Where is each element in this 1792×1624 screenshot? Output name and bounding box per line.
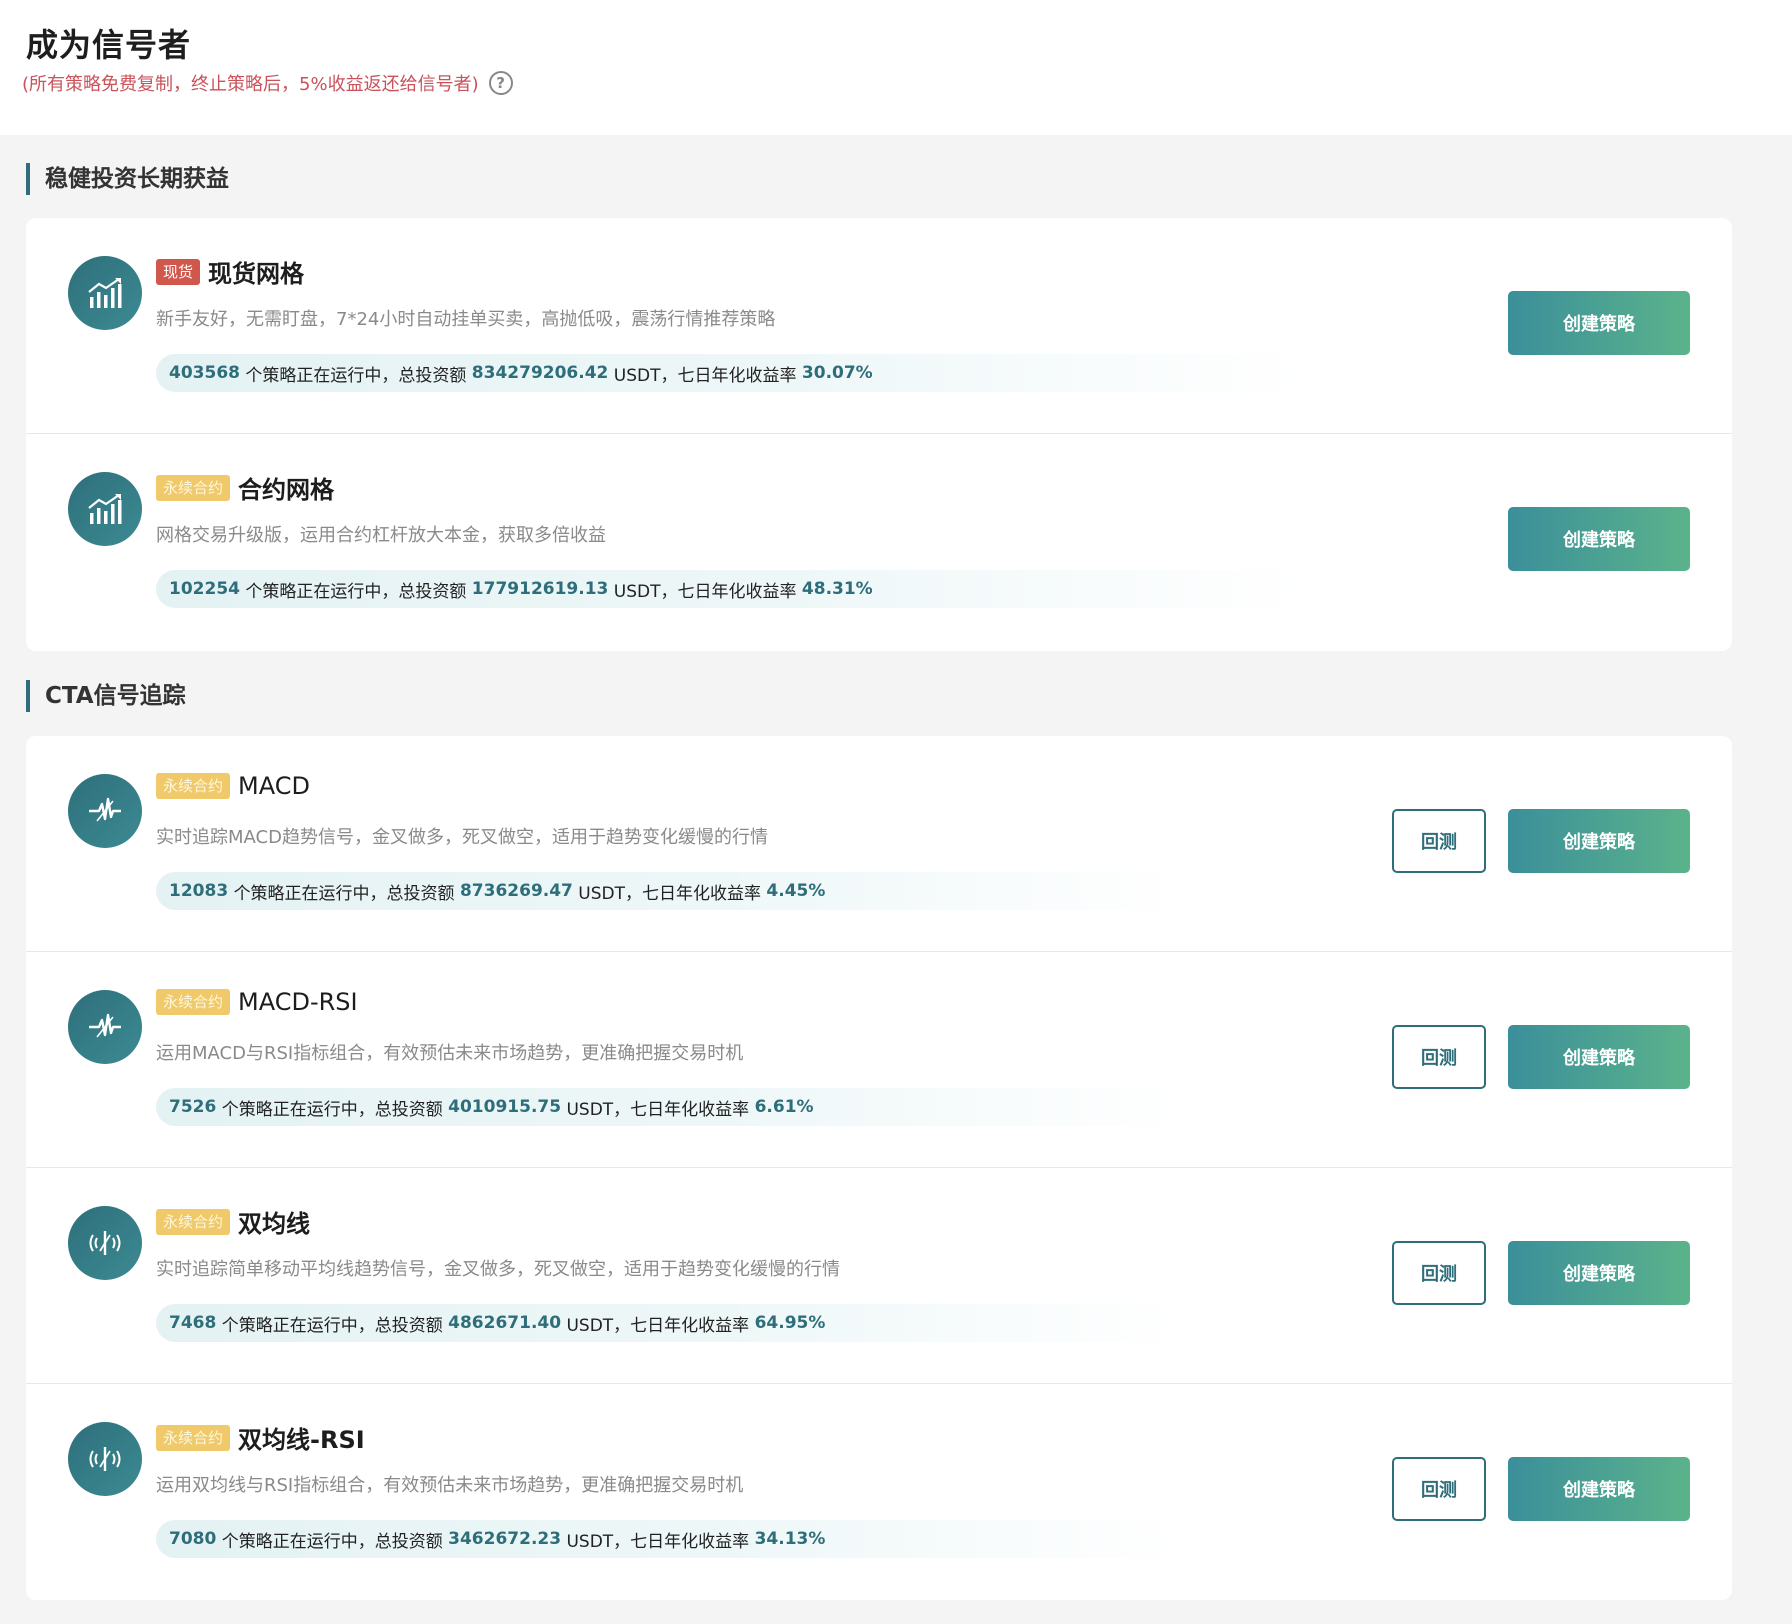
- market-tag: 永续合约: [156, 474, 231, 501]
- strategy-row-dual-ma: 永续合约 双均线 实时追踪简单移动平均线趋势信号，金叉做多，死叉做空，适用于趋势…: [26, 1168, 1732, 1384]
- annual-rate: 6.61%: [754, 1097, 814, 1117]
- annual-rate: 4.45%: [766, 881, 826, 901]
- market-tag: 永续合约: [156, 989, 231, 1015]
- total-investment: 4010915.75: [448, 1097, 562, 1117]
- backtest-button[interactable]: 回测: [1392, 1241, 1486, 1305]
- strategy-stats: 102254 个策略正在运行中，总投资额 177912619.13 USDT，七…: [156, 570, 1306, 608]
- section-title-stable: 稳健投资长期获益: [26, 163, 229, 195]
- strategy-row-macd: 永续合约 MACD 实时追踪MACD趋势信号，金叉做多，死叉做空，适用于趋势变化…: [26, 736, 1732, 952]
- bar-chart-icon: [68, 472, 142, 546]
- market-tag: 永续合约: [156, 1208, 231, 1235]
- unit-label: USDT，七日年化收益率: [613, 581, 797, 602]
- running-count: 7080: [169, 1529, 217, 1549]
- strategy-row-dual-ma-rsi: 永续合约 双均线-RSI 运用双均线与RSI指标组合，有效预估未来市场趋势，更准…: [26, 1384, 1732, 1600]
- annual-rate: 30.07%: [801, 363, 873, 383]
- running-count: 7526: [169, 1097, 217, 1117]
- backtest-button[interactable]: 回测: [1392, 1457, 1486, 1521]
- strategy-name: 现货网格: [208, 260, 305, 288]
- pulse-icon: [68, 774, 142, 848]
- running-label: 个策略正在运行中，总投资额: [221, 1099, 443, 1120]
- help-icon[interactable]: ?: [488, 71, 513, 95]
- strategy-name: MACD-RSI: [238, 988, 358, 1016]
- strategy-row-futures-grid: 永续合约 合约网格 网格交易升级版，运用合约杠杆放大本金，获取多倍收益 1022…: [26, 434, 1732, 650]
- strategy-row-spot-grid: 现货 现货网格 新手友好，无需盯盘，7*24小时自动挂单买卖，高抛低吸，震荡行情…: [26, 218, 1732, 434]
- annual-rate: 64.95%: [754, 1313, 826, 1333]
- running-count: 403568: [169, 363, 240, 383]
- subtitle-row: (所有策略免费复制，终止策略后，5%收益返还给信号者) ?: [22, 70, 513, 96]
- strategy-name: 合约网格: [238, 476, 335, 504]
- pulse-icon: [68, 990, 142, 1064]
- strategy-name: 双均线-RSI: [238, 1426, 365, 1454]
- strategy-stats: 7080 个策略正在运行中，总投资额 3462672.23 USDT，七日年化收…: [156, 1520, 1186, 1558]
- page-subtitle: (所有策略免费复制，终止策略后，5%收益返还给信号者): [22, 74, 479, 95]
- strategy-description: 运用双均线与RSI指标组合，有效预估未来市场趋势，更准确把握交易时机: [156, 1475, 744, 1496]
- create-strategy-button[interactable]: 创建策略: [1508, 1025, 1690, 1089]
- strategy-description: 实时追踪MACD趋势信号，金叉做多，死叉做空，适用于趋势变化缓慢的行情: [156, 827, 768, 848]
- running-label: 个策略正在运行中，总投资额: [221, 1531, 443, 1552]
- page-header: 成为信号者 (所有策略免费复制，终止策略后，5%收益返还给信号者) ?: [0, 0, 1792, 135]
- running-count: 12083: [169, 881, 229, 901]
- strategy-stats: 7526 个策略正在运行中，总投资额 4010915.75 USDT，七日年化收…: [156, 1088, 1186, 1126]
- title-line: 现货 现货网格: [156, 254, 304, 289]
- strategy-stats: 7468 个策略正在运行中，总投资额 4862671.40 USDT，七日年化收…: [156, 1304, 1186, 1342]
- market-tag: 现货: [156, 258, 201, 285]
- unit-label: USDT，七日年化收益率: [566, 1531, 750, 1552]
- signal-broadcast-icon: [68, 1422, 142, 1496]
- strategy-stats: 403568 个策略正在运行中，总投资额 834279206.42 USDT，七…: [156, 354, 1306, 392]
- create-strategy-button[interactable]: 创建策略: [1508, 1457, 1690, 1521]
- annual-rate: 48.31%: [801, 579, 873, 599]
- strategy-row-macd-rsi: 永续合约 MACD-RSI 运用MACD与RSI指标组合，有效预估未来市场趋势，…: [26, 952, 1732, 1168]
- strategy-description: 新手友好，无需盯盘，7*24小时自动挂单买卖，高抛低吸，震荡行情推荐策略: [156, 309, 776, 330]
- bar-chart-icon: [68, 256, 142, 330]
- title-line: 永续合约 双均线: [156, 1204, 310, 1239]
- running-count: 7468: [169, 1313, 217, 1333]
- total-investment: 3462672.23: [448, 1529, 562, 1549]
- strategy-description: 运用MACD与RSI指标组合，有效预估未来市场趋势，更准确把握交易时机: [156, 1043, 744, 1064]
- create-strategy-button[interactable]: 创建策略: [1508, 809, 1690, 873]
- annual-rate: 34.13%: [754, 1529, 826, 1549]
- title-line: 永续合约 MACD: [156, 772, 310, 800]
- running-label: 个策略正在运行中，总投资额: [233, 883, 455, 904]
- unit-label: USDT，七日年化收益率: [566, 1315, 750, 1336]
- unit-label: USDT，七日年化收益率: [566, 1099, 750, 1120]
- signal-broadcast-icon: [68, 1206, 142, 1280]
- running-count: 102254: [169, 579, 240, 599]
- section-title-cta: CTA信号追踪: [26, 680, 186, 712]
- strategy-stats: 12083 个策略正在运行中，总投资额 8736269.47 USDT，七日年化…: [156, 872, 1186, 910]
- backtest-button[interactable]: 回测: [1392, 809, 1486, 873]
- title-line: 永续合约 MACD-RSI: [156, 988, 358, 1016]
- running-label: 个策略正在运行中，总投资额: [245, 581, 467, 602]
- backtest-button[interactable]: 回测: [1392, 1025, 1486, 1089]
- market-tag: 永续合约: [156, 1424, 231, 1451]
- title-line: 永续合约 双均线-RSI: [156, 1420, 365, 1455]
- total-investment: 4862671.40: [448, 1313, 562, 1333]
- unit-label: USDT，七日年化收益率: [578, 883, 762, 904]
- total-investment: 177912619.13: [471, 579, 609, 599]
- create-strategy-button[interactable]: 创建策略: [1508, 291, 1690, 355]
- strategy-description: 实时追踪简单移动平均线趋势信号，金叉做多，死叉做空，适用于趋势变化缓慢的行情: [156, 1259, 840, 1280]
- running-label: 个策略正在运行中，总投资额: [221, 1315, 443, 1336]
- running-label: 个策略正在运行中，总投资额: [245, 365, 467, 386]
- create-strategy-button[interactable]: 创建策略: [1508, 507, 1690, 571]
- unit-label: USDT，七日年化收益率: [613, 365, 797, 386]
- strategy-card-cta: 永续合约 MACD 实时追踪MACD趋势信号，金叉做多，死叉做空，适用于趋势变化…: [26, 736, 1732, 1600]
- strategy-card-stable: 现货 现货网格 新手友好，无需盯盘，7*24小时自动挂单买卖，高抛低吸，震荡行情…: [26, 218, 1732, 651]
- page-title: 成为信号者: [26, 26, 192, 64]
- strategy-name: MACD: [238, 772, 310, 800]
- strategy-description: 网格交易升级版，运用合约杠杆放大本金，获取多倍收益: [156, 525, 606, 546]
- strategy-name: 双均线: [238, 1210, 311, 1238]
- title-line: 永续合约 合约网格: [156, 470, 334, 505]
- total-investment: 8736269.47: [459, 881, 573, 901]
- market-tag: 永续合约: [156, 773, 231, 799]
- total-investment: 834279206.42: [471, 363, 609, 383]
- create-strategy-button[interactable]: 创建策略: [1508, 1241, 1690, 1305]
